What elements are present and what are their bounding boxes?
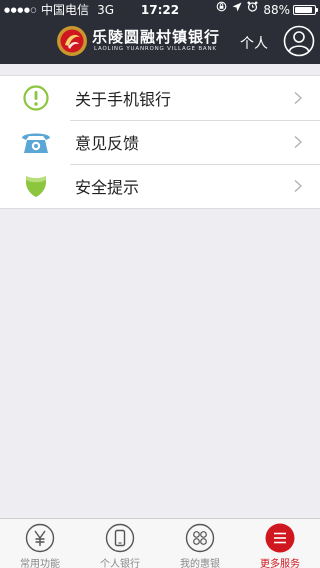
menu-item-label: 关于手机银行 — [75, 90, 172, 109]
user-avatar-icon[interactable] — [283, 25, 315, 57]
phone-icon — [105, 523, 135, 553]
nav-bar: 乐陵圆融村镇银行 LAOLING YUANRONG VILLAGE BANK 个… — [0, 20, 320, 64]
tab-label: 我的惠银 — [180, 559, 220, 568]
yen-icon — [25, 523, 55, 553]
bank-name-english: LAOLING YUANRONG VILLAGE BANK — [94, 46, 217, 52]
header: ●●●●○ 中国电信 3G 17:22 88% 乐陵圆融村镇银行 LAOLING… — [0, 0, 320, 64]
chevron-right-icon — [294, 91, 303, 105]
menu-item-about-mobile-banking[interactable]: 关于手机银行 — [0, 76, 320, 120]
alarm-icon — [247, 0, 258, 20]
more-services-menu: 关于手机银行 意见反馈 安全提示 — [0, 75, 320, 209]
tab-bar: 常用功能 个人银行 我的惠银 更多服务 — [0, 518, 320, 568]
rotation-lock-icon — [216, 0, 227, 20]
menu-item-feedback[interactable]: 意见反馈 — [0, 120, 320, 164]
chevron-right-icon — [294, 135, 303, 149]
menu-item-label: 意见反馈 — [75, 134, 140, 153]
tab-personal-banking[interactable]: 个人银行 — [80, 519, 160, 568]
tab-my-benefits[interactable]: 我的惠银 — [160, 519, 240, 568]
battery-percentage: 88% — [263, 3, 290, 17]
location-icon — [232, 0, 242, 20]
battery-level — [295, 7, 312, 13]
bank-name: 乐陵圆融村镇银行 — [92, 28, 221, 46]
tab-label: 个人银行 — [100, 559, 140, 568]
shield-icon — [20, 172, 52, 200]
menu-item-security-tips[interactable]: 安全提示 — [0, 164, 320, 208]
menu-icon — [265, 523, 295, 553]
tab-common-functions[interactable]: 常用功能 — [0, 519, 80, 568]
menu-item-label: 安全提示 — [75, 178, 140, 197]
tab-more-services[interactable]: 更多服务 — [240, 519, 320, 568]
tab-label: 常用功能 — [20, 559, 60, 568]
grid-icon — [185, 523, 215, 553]
chevron-right-icon — [294, 179, 303, 193]
personal-label[interactable]: 个人 — [240, 33, 268, 53]
battery-icon — [293, 5, 318, 15]
telephone-icon — [20, 128, 52, 156]
bank-logo-icon — [57, 26, 87, 56]
status-bar: ●●●●○ 中国电信 3G 17:22 88% — [0, 0, 320, 20]
tab-label: 更多服务 — [260, 559, 300, 568]
info-icon — [20, 84, 52, 112]
